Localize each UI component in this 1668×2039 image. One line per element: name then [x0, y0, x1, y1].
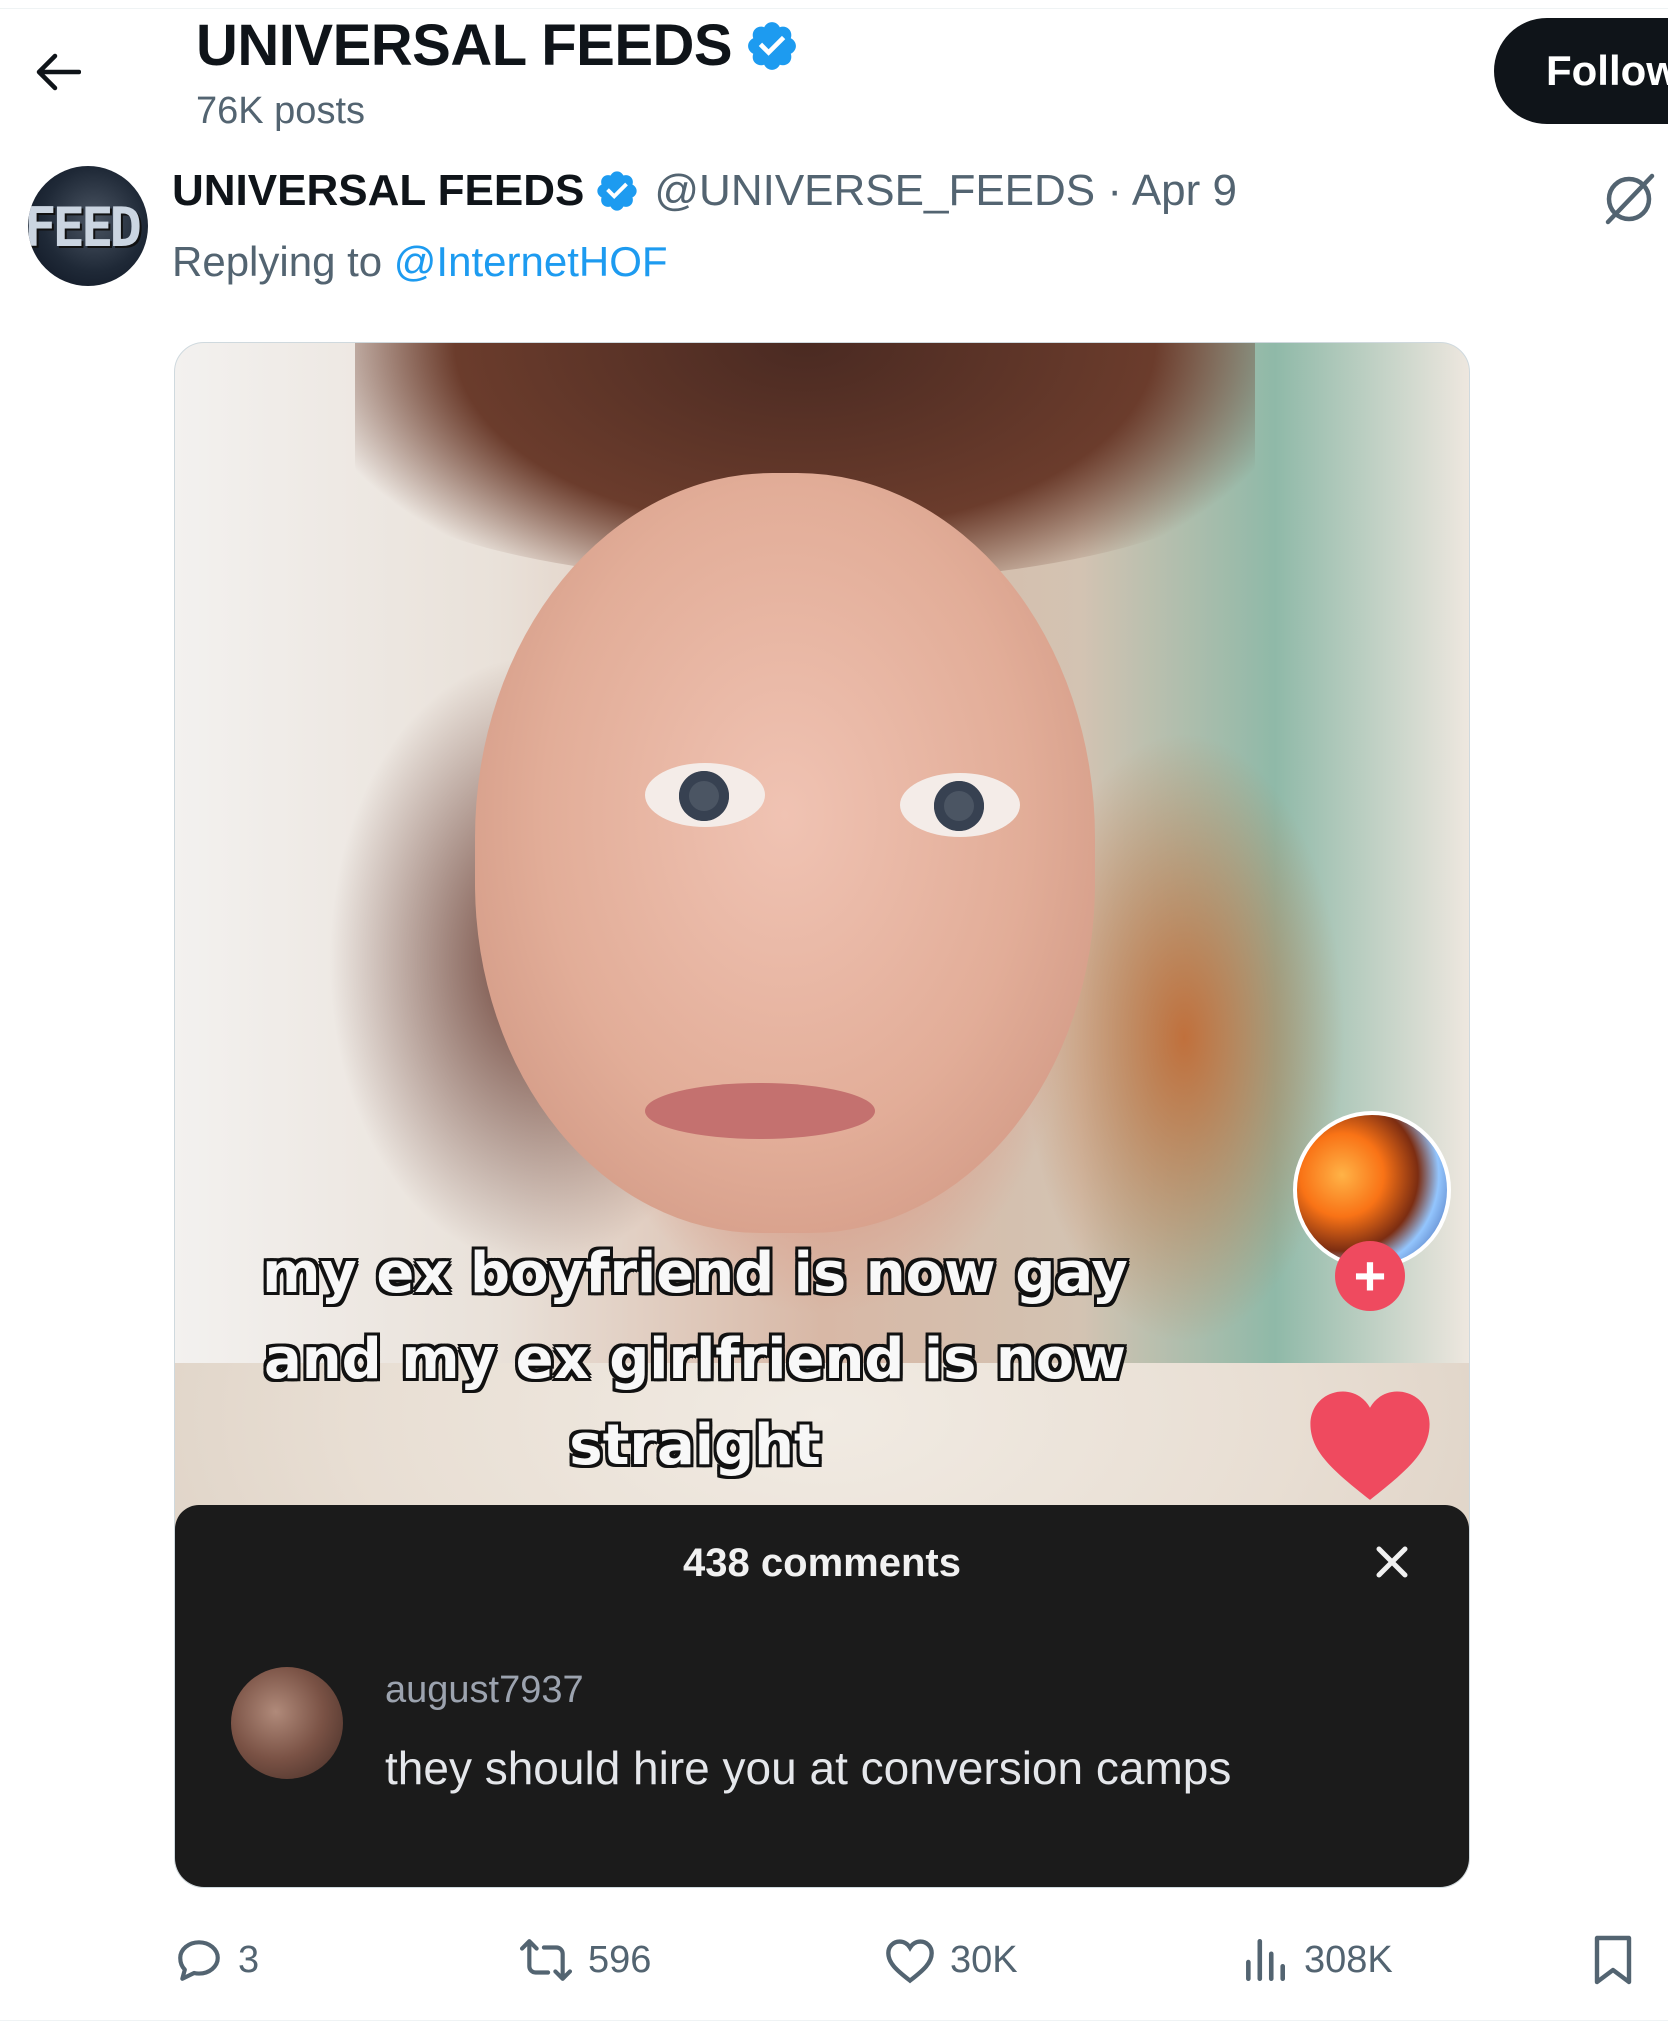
tweet-action-bar: 3 596 30K 308K [174, 1930, 1634, 1990]
photo-mouth [645, 1083, 875, 1139]
avatar-logo-text: FEED [28, 196, 142, 259]
like-count: 30K [950, 1938, 1018, 1981]
bookmark-icon [1594, 1935, 1632, 1985]
views-button[interactable]: 308K [1240, 1930, 1393, 1990]
profile-name: UNIVERSAL FEEDS [196, 13, 733, 78]
verified-badge-icon [748, 21, 797, 70]
reply-count: 3 [238, 1938, 260, 1981]
plus-icon: + [1335, 1241, 1405, 1311]
repost-count: 596 [588, 1938, 652, 1981]
grok-button[interactable] [1600, 170, 1658, 228]
back-arrow-icon [36, 53, 81, 91]
comments-count: 438 comments [683, 1541, 961, 1585]
repost-button[interactable]: 596 [518, 1930, 651, 1990]
views-icon [1246, 1938, 1285, 1982]
profile-header-title: UNIVERSAL FEEDS [196, 12, 800, 79]
reply-icon [178, 1940, 220, 1981]
bottom-divider [0, 2020, 1668, 2021]
follow-button[interactable]: Follow [1494, 18, 1668, 124]
posts-count: 76K posts [196, 90, 365, 132]
author-name[interactable]: UNIVERSAL FEEDS [172, 166, 584, 216]
views-count: 308K [1304, 1938, 1393, 1981]
grok-icon [1605, 173, 1655, 225]
heart-icon [1310, 1391, 1430, 1500]
comments-panel: 438 comments august7937 they should hire… [175, 1505, 1469, 1887]
replying-prefix: Replying to [172, 238, 383, 285]
back-button[interactable] [28, 42, 88, 102]
reply-button[interactable]: 3 [174, 1930, 259, 1990]
bookmark-button[interactable] [1592, 1930, 1634, 1990]
close-icon [1365, 1535, 1419, 1589]
repost-icon [519, 1939, 573, 1981]
top-divider [0, 0, 1668, 9]
verified-badge-icon [597, 171, 638, 211]
photo-eye-left [645, 763, 765, 827]
like-button[interactable]: 30K [884, 1930, 1018, 1990]
like-icon [886, 1939, 934, 1984]
photo-eye-right [900, 773, 1020, 837]
author-handle-date[interactable]: @UNIVERSE_FEEDS · Apr 9 [654, 166, 1237, 216]
caption-line: and my ex girlfriend is now [264, 1327, 1126, 1392]
comment-text: they should hire you at conversion camps [385, 1742, 1232, 1794]
avatar[interactable]: FEED [28, 166, 148, 286]
replying-handle-link[interactable]: @InternetHOF [394, 238, 668, 285]
replying-to: Replying to @InternetHOF [172, 238, 668, 286]
comment-username: august7937 [385, 1669, 584, 1711]
caption-line: my ex boyfriend is now gay [262, 1241, 1128, 1306]
comment-avatar [231, 1667, 343, 1779]
tweet-media-image[interactable]: my ex boyfriend is now gay and my ex gir… [174, 342, 1470, 1888]
caption-line: straight [569, 1413, 821, 1478]
video-caption: my ex boyfriend is now gay and my ex gir… [175, 1231, 1215, 1489]
tweet-author-line: UNIVERSAL FEEDS @UNIVERSE_FEEDS · Apr 9 [172, 166, 1237, 216]
